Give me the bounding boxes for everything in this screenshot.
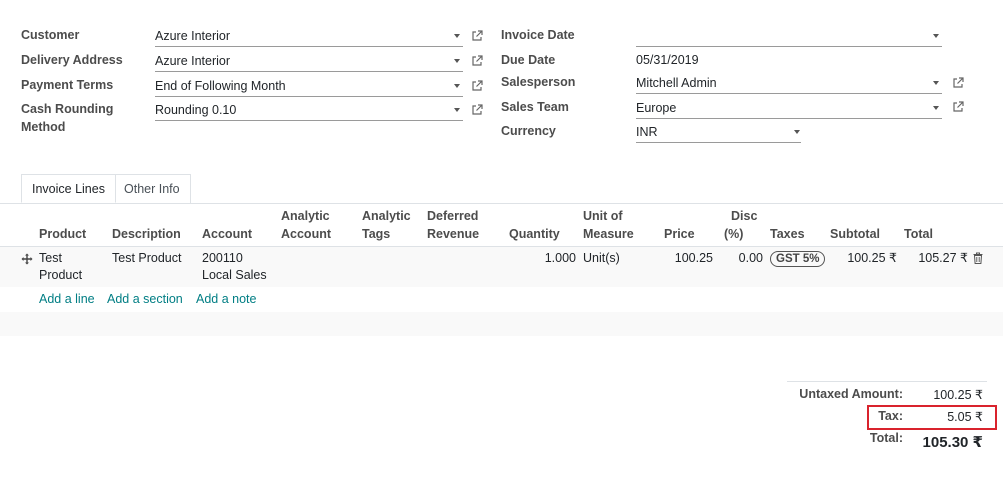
tax-highlight-box [867,405,997,430]
table-actions-row: Add a line Add a section Add a note [0,287,1003,312]
row-total: 105.27 ₹ [918,251,968,265]
row-subtotal: 100.25 ₹ [847,251,897,265]
chevron-down-icon[interactable] [454,84,460,88]
cash-rounding-field[interactable]: Rounding 0.10 [155,100,463,121]
chevron-down-icon[interactable] [454,108,460,112]
row-account-line1: 200110 [202,251,243,265]
customer-field[interactable]: Azure Interior [155,26,463,47]
table-header: Product Description Account Analytic Acc… [0,204,1003,247]
totals-divider [787,381,987,382]
currency-field[interactable]: INR [636,122,801,143]
sales-team-value: Europe [636,101,677,115]
table-empty-row [0,312,1003,336]
invoice-date-field[interactable] [636,26,942,47]
customer-value: Azure Interior [155,29,231,43]
due-date-value[interactable]: 05/31/2019 [636,50,699,70]
col-quantity[interactable]: Quantity [509,225,560,243]
col-subtotal[interactable]: Subtotal [830,225,880,243]
tab-invoice-lines[interactable]: Invoice Lines [21,174,116,203]
tab-other-info[interactable]: Other Info [113,174,191,203]
cash-rounding-label-line1: Cash Rounding [21,102,114,116]
customer-label: Customer [21,28,80,42]
col-analytic-account-1[interactable]: Analytic [281,207,330,225]
salesperson-field[interactable]: Mitchell Admin [636,73,942,94]
col-analytic-tags-2[interactable]: Tags [362,225,390,243]
payment-terms-value: End of Following Month [155,79,286,93]
col-price[interactable]: Price [664,225,695,243]
col-analytic-tags-1[interactable]: Analytic [362,207,411,225]
row-price: 100.25 [674,251,713,265]
external-link-icon[interactable] [471,30,483,42]
row-uom: Unit(s) [583,251,620,265]
chevron-down-icon[interactable] [933,34,939,38]
external-link-icon[interactable] [471,55,483,67]
currency-label: Currency [501,124,556,138]
external-link-icon[interactable] [952,101,964,113]
delivery-address-label: Delivery Address [21,53,123,67]
col-disc-1[interactable]: Disc [731,207,757,225]
untaxed-amount-label: Untaxed Amount: [799,387,903,401]
external-link-icon[interactable] [952,77,964,89]
external-link-icon[interactable] [471,104,483,116]
cash-rounding-value: Rounding 0.10 [155,103,237,117]
col-uom-1[interactable]: Unit of [583,207,623,225]
col-taxes[interactable]: Taxes [770,225,805,243]
delivery-address-field[interactable]: Azure Interior [155,51,463,72]
drag-handle-icon[interactable] [21,253,33,265]
col-total[interactable]: Total [904,225,933,243]
row-description: Test Product [112,251,182,265]
col-product[interactable]: Product [39,225,86,243]
chevron-down-icon[interactable] [933,81,939,85]
tax-badge[interactable]: GST 5% [770,251,826,267]
add-section-link[interactable]: Add a section [107,290,183,308]
row-product-line2: Product [39,268,83,282]
table-row[interactable]: Test Product Test Product 200110 Local S… [0,247,1003,287]
row-discount: 0.00 [738,251,763,265]
add-note-link[interactable]: Add a note [196,290,256,308]
salesperson-label: Salesperson [501,75,576,89]
delivery-address-value: Azure Interior [155,54,231,68]
col-deferred-revenue-1[interactable]: Deferred [427,207,478,225]
total-value: 105.30 ₹ [922,434,983,451]
chevron-down-icon[interactable] [933,106,939,110]
col-deferred-revenue-2[interactable]: Revenue [427,225,479,243]
col-disc-2[interactable]: (%) [724,225,743,243]
col-uom-2[interactable]: Measure [583,225,634,243]
untaxed-amount-value: 100.25 ₹ [933,388,983,402]
add-line-link[interactable]: Add a line [39,290,95,308]
row-quantity: 1.000 [544,251,576,265]
col-account[interactable]: Account [202,225,252,243]
cash-rounding-label-line2: Method [21,120,66,134]
due-date-label: Due Date [501,53,556,67]
col-analytic-account-2[interactable]: Account [281,225,331,243]
row-account-line2: Local Sales [202,268,267,282]
chevron-down-icon[interactable] [454,59,460,63]
sales-team-label: Sales Team [501,100,569,114]
col-description[interactable]: Description [112,225,181,243]
total-label: Total: [869,431,903,445]
payment-terms-field[interactable]: End of Following Month [155,76,463,97]
trash-icon[interactable] [973,252,983,264]
currency-value: INR [636,125,658,139]
row-product-line1: Test [39,251,62,265]
invoice-date-label: Invoice Date [501,28,575,42]
sales-team-field[interactable]: Europe [636,98,942,119]
salesperson-value: Mitchell Admin [636,76,717,90]
payment-terms-label: Payment Terms [21,78,114,92]
external-link-icon[interactable] [471,80,483,92]
chevron-down-icon[interactable] [454,34,460,38]
chevron-down-icon[interactable] [794,130,800,134]
